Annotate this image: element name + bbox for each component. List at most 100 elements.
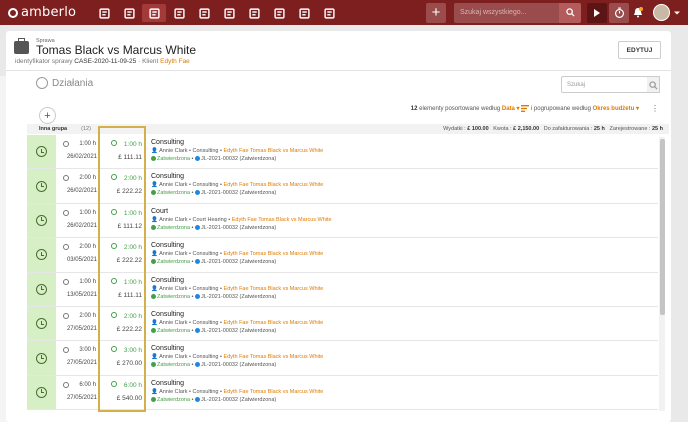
hours-column: 3:00 h 27/05/2021 bbox=[56, 341, 99, 374]
global-search-input[interactable]: Szukaj wszystkiego... bbox=[454, 2, 559, 23]
hours: 1:00 h bbox=[79, 209, 96, 216]
invoice-link[interactable]: JL-2021-00032 (Zatwierdzona) bbox=[201, 190, 276, 196]
amberlo-logo-icon bbox=[8, 7, 18, 18]
client-link[interactable]: Edyth Fae bbox=[223, 251, 248, 257]
clock-status-icon bbox=[36, 214, 47, 226]
matter-link[interactable]: Tomas Black vs Marcus White bbox=[250, 286, 323, 292]
activity-title[interactable]: Consulting bbox=[151, 345, 658, 352]
user-name[interactable]: Annie Clark bbox=[159, 354, 187, 360]
timer-icon[interactable] bbox=[242, 4, 266, 22]
approved-check-icon bbox=[151, 156, 156, 162]
client-link[interactable]: Edyth Fae bbox=[232, 217, 257, 223]
client-link[interactable]: Edyth Fae bbox=[223, 286, 248, 292]
hours: 2:00 h bbox=[79, 244, 96, 251]
page-title: Tomas Black vs Marcus White bbox=[36, 43, 197, 57]
activity-status: Zatwierdzona • JL-2021-00032 (Zatwierdzo… bbox=[151, 156, 658, 162]
description-column: Consulting 👤 Annie Clark • Consulting • E… bbox=[148, 341, 658, 374]
sort-text: elementy posortowane według bbox=[419, 105, 501, 112]
invoice-link[interactable]: JL-2021-00032 (Zatwierdzona) bbox=[201, 328, 276, 334]
activity-details: 👤 Annie Clark • Consulting • Edyth Fae T… bbox=[151, 251, 324, 258]
search-icon[interactable] bbox=[647, 76, 660, 93]
client-link[interactable]: Edyth Fae bbox=[223, 148, 248, 154]
client-link[interactable]: Edyth Fae bbox=[223, 389, 248, 395]
activity-details: 👤 Annie Clark • Consulting • Edyth Fae T… bbox=[151, 285, 324, 292]
more-menu-icon[interactable]: ⋮ bbox=[651, 104, 659, 113]
user-avatar[interactable] bbox=[653, 4, 670, 21]
hours-column: 2:00 h 03/05/2021 bbox=[56, 238, 99, 271]
activity-title[interactable]: Court bbox=[151, 208, 658, 215]
activity-title[interactable]: Consulting bbox=[151, 139, 658, 146]
scrollbar-thumb[interactable] bbox=[660, 139, 665, 315]
dashboard-icon[interactable] bbox=[92, 4, 116, 22]
activities-section-title: Działania bbox=[36, 77, 93, 89]
invoice-link[interactable]: JL-2021-00032 (Zatwierdzona) bbox=[201, 156, 276, 162]
calendar-icon[interactable] bbox=[217, 4, 241, 22]
user-name[interactable]: Annie Clark bbox=[159, 389, 187, 395]
matter-link[interactable]: Tomas Black vs Marcus White bbox=[250, 148, 323, 154]
client-link[interactable]: Edyth Fae bbox=[160, 58, 190, 65]
invoice-link[interactable]: JL-2021-00032 (Zatwierdzona) bbox=[201, 397, 276, 403]
user-name[interactable]: Annie Clark bbox=[159, 182, 187, 188]
matter-link[interactable]: Tomas Black vs Marcus White bbox=[250, 354, 323, 360]
sort-direction-icon[interactable] bbox=[521, 105, 530, 112]
bank-icon[interactable] bbox=[192, 4, 216, 22]
quick-add-button[interactable]: + bbox=[426, 2, 446, 23]
activities-search-input[interactable]: Szukaj bbox=[561, 76, 648, 93]
status-text: Zatwierdzona bbox=[157, 156, 191, 162]
group-by-dropdown[interactable]: Okres budżetu ▾ bbox=[593, 105, 639, 112]
hours: 1:00 h bbox=[79, 141, 96, 147]
add-activity-button[interactable]: + bbox=[39, 107, 56, 124]
invoice-icon bbox=[195, 362, 201, 368]
matter-link[interactable]: Tomas Black vs Marcus White bbox=[250, 182, 323, 188]
amount-value: £ 2,150.00 bbox=[513, 126, 540, 132]
user-name[interactable]: Annie Clark bbox=[159, 217, 187, 223]
hours: 2:00 h bbox=[79, 175, 96, 182]
client-link[interactable]: Edyth Fae bbox=[223, 182, 248, 188]
user-name[interactable]: Annie Clark bbox=[159, 251, 187, 257]
scrollbar[interactable] bbox=[659, 137, 665, 411]
invoice-link[interactable]: JL-2021-00032 (Zatwierdzona) bbox=[201, 362, 276, 368]
activity-title[interactable]: Consulting bbox=[151, 242, 658, 249]
document-icon[interactable] bbox=[167, 4, 191, 22]
client-link[interactable]: Edyth Fae bbox=[223, 354, 248, 360]
chevron-down-icon[interactable] bbox=[672, 8, 682, 18]
activity-title[interactable]: Consulting bbox=[151, 380, 658, 387]
inbox-icon[interactable] bbox=[292, 4, 316, 22]
activity-status: Zatwierdzona • JL-2021-00032 (Zatwierdzo… bbox=[151, 190, 658, 196]
invoice-link[interactable]: JL-2021-00032 (Zatwierdzona) bbox=[201, 259, 276, 265]
activity-title[interactable]: Consulting bbox=[151, 173, 658, 180]
status-column bbox=[27, 341, 56, 375]
description-column: Consulting 👤 Annie Clark • Consulting • E… bbox=[148, 273, 658, 306]
edit-button[interactable]: EDYTUJ bbox=[618, 41, 661, 59]
invoice-link[interactable]: JL-2021-00032 (Zatwierdzona) bbox=[201, 225, 276, 231]
matter-link[interactable]: Tomas Black vs Marcus White bbox=[250, 251, 323, 257]
clock-status-icon bbox=[36, 146, 47, 158]
user-name[interactable]: Annie Clark bbox=[159, 148, 187, 154]
matter-link[interactable]: Tomas Black vs Marcus White bbox=[250, 389, 323, 395]
matter-link[interactable]: Tomas Black vs Marcus White bbox=[258, 217, 331, 223]
matter-link[interactable]: Tomas Black vs Marcus White bbox=[250, 320, 323, 326]
briefcase-icon[interactable] bbox=[142, 4, 166, 22]
status-text: Zatwierdzona bbox=[157, 362, 191, 369]
app-logo[interactable]: amberlo bbox=[8, 5, 76, 20]
search-icon[interactable] bbox=[559, 2, 581, 23]
invoice-link[interactable]: JL-2021-00032 (Zatwierdzona) bbox=[201, 294, 276, 300]
group-count: (12) bbox=[81, 126, 91, 132]
reports-icon[interactable] bbox=[317, 4, 341, 22]
notifications-bell-icon[interactable] bbox=[631, 3, 645, 23]
approved-check-icon bbox=[151, 190, 156, 196]
user-name[interactable]: Annie Clark bbox=[159, 286, 187, 292]
clock-status-icon bbox=[36, 249, 47, 261]
user-name[interactable]: Annie Clark bbox=[159, 320, 187, 326]
play-timer-button[interactable] bbox=[587, 2, 607, 23]
folder-icon[interactable] bbox=[267, 4, 291, 22]
activity-type: Consulting bbox=[192, 148, 219, 154]
stopwatch-button[interactable] bbox=[609, 2, 629, 23]
activity-title[interactable]: Consulting bbox=[151, 311, 658, 318]
activity-details: 👤 Annie Clark • Consulting • Edyth Fae T… bbox=[151, 354, 324, 361]
contact-card-icon[interactable] bbox=[117, 4, 141, 22]
client-link[interactable]: Edyth Fae bbox=[223, 320, 248, 326]
activity-title[interactable]: Consulting bbox=[151, 277, 658, 284]
sort-by-dropdown[interactable]: Data ▾ bbox=[502, 105, 520, 112]
activity-type: Court Hearing bbox=[192, 216, 227, 223]
